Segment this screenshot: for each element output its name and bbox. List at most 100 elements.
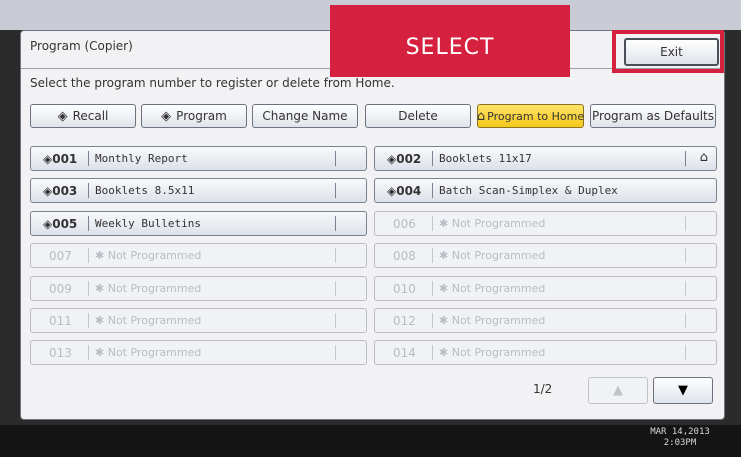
program-number: 010 [393,282,416,296]
status-time: 2:03PM [663,438,697,448]
dialog-title: Program (Copier) [30,39,133,53]
program-to-home-label: Program to Home [487,109,585,123]
recall-button[interactable]: ◈ Recall [30,104,136,128]
program-name: ✱ Not Programmed [439,249,546,262]
program-name: ✱ Not Programmed [439,314,546,327]
divider [88,281,89,296]
program-number: 011 [49,314,72,328]
program-name: Monthly Report [95,152,188,165]
program-name: ✱ Not Programmed [439,282,546,295]
program-number: 009 [49,282,72,296]
program-name: ✱ Not Programmed [95,346,202,359]
program-slot-004[interactable]: ◈004 Batch Scan-Simplex & Duplex [374,178,717,203]
program-number: 008 [393,249,416,263]
program-slot-007[interactable]: 007 ✱ Not Programmed [30,243,367,268]
program-slot-006[interactable]: 006 ✱ Not Programmed [374,211,717,236]
divider [432,281,433,296]
status-bar [0,425,741,457]
program-slot-002[interactable]: ◈002 Booklets 11x17 ⌂ [374,146,717,171]
divider [335,345,336,360]
divider [335,216,336,231]
diamond-arrow-icon: ◈ [57,108,68,124]
divider [432,216,433,231]
divider [685,151,686,166]
divider [88,216,89,231]
program-name: ✱ Not Programmed [95,314,202,327]
divider [335,313,336,328]
divider [432,248,433,263]
program-slot-013[interactable]: 013 ✱ Not Programmed [30,340,367,365]
program-number: ◈002 [387,152,422,166]
program-slot-003[interactable]: ◈003 Booklets 8.5x11 [30,178,367,203]
divider [335,151,336,166]
asterisk-icon: ✱ [439,346,452,359]
program-slot-008[interactable]: 008 ✱ Not Programmed [374,243,717,268]
program-slot-001[interactable]: ◈001 Monthly Report [30,146,367,171]
recall-label: Recall [72,109,109,123]
divider [432,345,433,360]
program-number: 006 [393,217,416,231]
program-number: ◈004 [387,184,422,198]
page-indicator: 1/2 [533,382,553,396]
program-name: ✱ Not Programmed [95,249,202,262]
program-name: Booklets 8.5x11 [95,184,195,197]
program-number: ◈001 [43,152,78,166]
program-to-home-button[interactable]: ⌂ Program to Home [477,104,584,128]
divider [335,248,336,263]
program-number: ◈005 [43,217,78,231]
program-number: 013 [49,346,72,360]
asterisk-icon: ✱ [439,314,452,327]
program-slot-012[interactable]: 012 ✱ Not Programmed [374,308,717,333]
divider [685,345,686,360]
divider [685,216,686,231]
asterisk-icon: ✱ [95,314,108,327]
program-slot-010[interactable]: 010 ✱ Not Programmed [374,276,717,301]
change-name-button[interactable]: Change Name [252,104,358,128]
divider [685,313,686,328]
asterisk-icon: ✱ [95,346,108,359]
divider [88,248,89,263]
program-number: 007 [49,249,72,263]
asterisk-icon: ✱ [439,282,452,295]
program-slot-005[interactable]: ◈005 Weekly Bulletins [30,211,367,236]
home-icon: ⌂ [699,150,708,165]
triangle-up-icon: ▲ [613,383,623,398]
page-down-button[interactable]: ▼ [653,377,713,404]
program-button[interactable]: ◈ Program [141,104,247,128]
asterisk-icon: ✱ [439,217,452,230]
program-slot-011[interactable]: 011 ✱ Not Programmed [30,308,367,333]
divider [335,281,336,296]
delete-button[interactable]: Delete [365,104,471,128]
divider [88,313,89,328]
program-slot-009[interactable]: 009 ✱ Not Programmed [30,276,367,301]
asterisk-icon: ✱ [95,282,108,295]
triangle-down-icon: ▼ [678,383,688,398]
program-name: Booklets 11x17 [439,152,532,165]
page-up-button[interactable]: ▲ [588,377,648,404]
program-name: ✱ Not Programmed [439,217,546,230]
divider [88,345,89,360]
exit-highlight-box [612,30,724,73]
program-name: ✱ Not Programmed [439,346,546,359]
asterisk-icon: ✱ [95,249,108,262]
divider [432,183,433,198]
diamond-icon: ◈ [161,108,172,124]
divider [88,183,89,198]
program-label: Program [176,109,227,123]
divider [335,183,336,198]
program-number: 014 [393,346,416,360]
instruction-text: Select the program number to register or… [30,76,395,90]
program-name: Weekly Bulletins [95,217,201,230]
program-number: ◈003 [43,184,78,198]
asterisk-icon: ✱ [439,249,452,262]
program-name: ✱ Not Programmed [95,282,202,295]
status-datetime: MAR 14,2013 2:03PM [640,427,720,449]
divider [685,248,686,263]
program-as-defaults-button[interactable]: Program as Defaults [590,104,716,128]
divider [432,313,433,328]
program-name: Batch Scan-Simplex & Duplex [439,184,618,197]
divider [88,151,89,166]
select-callout: SELECT [330,5,570,77]
program-slot-014[interactable]: 014 ✱ Not Programmed [374,340,717,365]
divider [685,281,686,296]
